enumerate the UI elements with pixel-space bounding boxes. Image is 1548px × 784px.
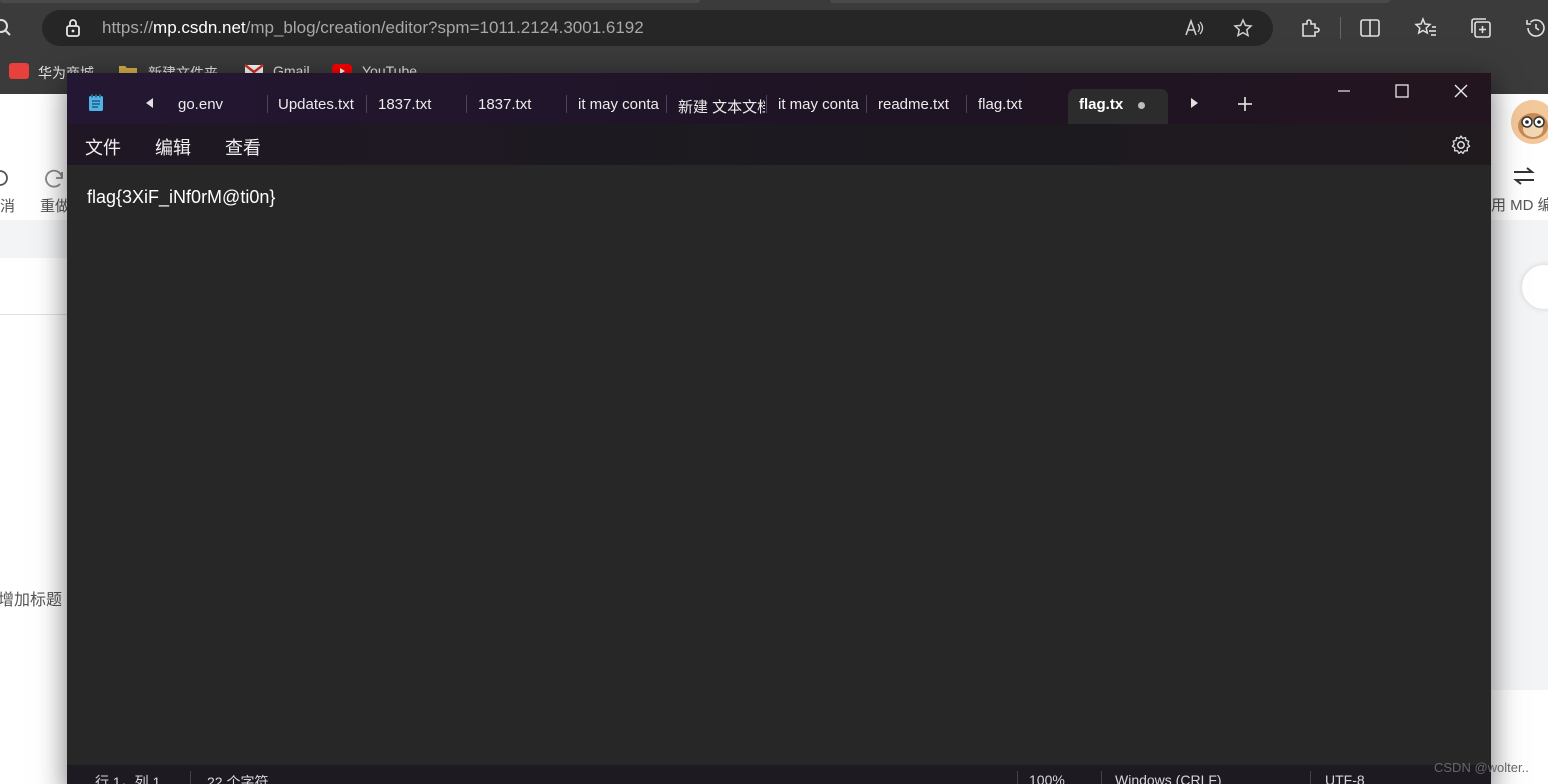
status-separator bbox=[190, 771, 191, 784]
new-tab-plus-icon[interactable] bbox=[1237, 96, 1253, 112]
toolbar-separator bbox=[1340, 17, 1341, 39]
avatar[interactable] bbox=[1511, 100, 1548, 144]
status-separator bbox=[1101, 771, 1102, 784]
scroll-tabs-right-icon[interactable] bbox=[1187, 96, 1201, 110]
favorite-star-icon[interactable] bbox=[1233, 18, 1253, 38]
tab-label: readme.txt bbox=[878, 96, 949, 113]
url-scheme: https:// bbox=[102, 18, 154, 37]
redo-icon[interactable] bbox=[44, 168, 66, 190]
line-ending[interactable]: Windows (CRLF) bbox=[1115, 772, 1222, 784]
maximize-icon[interactable] bbox=[1379, 81, 1425, 103]
status-separator bbox=[1017, 771, 1018, 784]
lock-icon[interactable] bbox=[64, 18, 82, 38]
tab-label: go.env bbox=[178, 96, 224, 113]
tab-1837-txt-2[interactable]: 1837.txt bbox=[467, 89, 562, 125]
redo-label[interactable]: 重做 bbox=[40, 195, 70, 216]
notepad-titlebar[interactable]: go.env Updates.txt 1837.txt 1837.txt it … bbox=[67, 73, 1491, 125]
tab-it-may-contain[interactable]: it may conta bbox=[567, 89, 662, 125]
history-icon[interactable] bbox=[1524, 16, 1548, 40]
notepad-statusbar: 行 1，列 1 22 个字符 100% Windows (CRLF) UTF-8 bbox=[67, 765, 1491, 784]
menu-edit[interactable]: 编辑 bbox=[155, 134, 191, 160]
tab-go-env[interactable]: go.env bbox=[167, 89, 262, 125]
menu-view[interactable]: 查看 bbox=[225, 134, 261, 160]
monkey-avatar-icon bbox=[1511, 100, 1548, 144]
tab-label: it may conta bbox=[778, 96, 859, 113]
browser-tab-edge[interactable] bbox=[0, 0, 700, 3]
csdn-watermark: CSDN @wolter.. bbox=[1434, 760, 1529, 775]
title-hint[interactable]: 增加标题 bbox=[0, 586, 62, 610]
divider bbox=[0, 314, 68, 315]
tab-label: 1837.txt bbox=[378, 96, 432, 113]
tab-1837-txt[interactable]: 1837.txt bbox=[367, 89, 462, 125]
tab-readme-txt[interactable]: readme.txt bbox=[867, 89, 962, 125]
unsaved-indicator bbox=[1138, 102, 1145, 109]
split-screen-icon[interactable] bbox=[1358, 16, 1382, 40]
tab-label: it may conta bbox=[578, 96, 659, 113]
tab-label: 新建 文本文档 bbox=[678, 99, 765, 116]
tab-label: 1837.txt bbox=[478, 96, 532, 113]
tab-updates-txt[interactable]: Updates.txt bbox=[267, 89, 362, 125]
undo-icon[interactable] bbox=[0, 168, 12, 188]
settings-gear-icon[interactable] bbox=[1450, 134, 1472, 156]
extensions-icon[interactable] bbox=[1298, 16, 1322, 40]
zoom-level[interactable]: 100% bbox=[1029, 772, 1065, 784]
collections-icon[interactable] bbox=[1469, 16, 1493, 40]
read-aloud-icon[interactable] bbox=[1184, 18, 1204, 38]
editor-content[interactable]: flag{3XiF_iNf0rM@ti0n} bbox=[87, 187, 275, 208]
favorites-icon[interactable] bbox=[1414, 16, 1438, 40]
address-bar[interactable]: https://mp.csdn.net/mp_blog/creation/edi… bbox=[42, 10, 1273, 46]
url-path: /mp_blog/creation/editor?spm=1011.2124.3… bbox=[245, 18, 644, 37]
undo-label[interactable]: 消 bbox=[0, 195, 15, 216]
browser-tab-edge[interactable] bbox=[830, 0, 1390, 3]
search-icon[interactable] bbox=[0, 18, 14, 38]
scroll-tabs-left-icon[interactable] bbox=[143, 96, 157, 110]
status-separator bbox=[1310, 771, 1311, 784]
huawei-mall-icon[interactable] bbox=[9, 63, 29, 79]
minimize-icon[interactable] bbox=[1321, 81, 1367, 103]
tab-new-text-document[interactable]: 新建 文本文档 bbox=[667, 89, 765, 125]
tab-flag-txt[interactable]: flag.txt bbox=[967, 89, 1062, 125]
encoding[interactable]: UTF-8 bbox=[1325, 772, 1365, 784]
tab-it-may-contain-2[interactable]: it may conta bbox=[767, 89, 862, 125]
cursor-position[interactable]: 行 1，列 1 bbox=[95, 772, 160, 784]
url-text[interactable]: https://mp.csdn.net/mp_blog/creation/edi… bbox=[102, 18, 644, 38]
character-count: 22 个字符 bbox=[207, 774, 269, 784]
notepad-app-icon bbox=[89, 94, 103, 111]
tab-label: Updates.txt bbox=[278, 96, 354, 113]
md-editor-label[interactable]: 用 MD 编 bbox=[1491, 194, 1548, 215]
menu-file[interactable]: 文件 bbox=[85, 134, 121, 160]
text-editor-area[interactable]: flag{3XiF_iNf0rM@ti0n} bbox=[67, 165, 1491, 765]
switch-editor-icon[interactable] bbox=[1512, 166, 1536, 186]
tab-flag-txt-active[interactable]: flag.tx bbox=[1068, 89, 1168, 125]
close-icon[interactable] bbox=[1438, 81, 1484, 103]
tab-label: flag.tx bbox=[1079, 96, 1124, 113]
url-host: mp.csdn.net bbox=[153, 18, 246, 37]
notepad-menubar: 文件 编辑 查看 bbox=[67, 124, 1491, 165]
tab-label: flag.txt bbox=[978, 96, 1023, 113]
notepad-window: go.env Updates.txt 1837.txt 1837.txt it … bbox=[67, 73, 1491, 784]
